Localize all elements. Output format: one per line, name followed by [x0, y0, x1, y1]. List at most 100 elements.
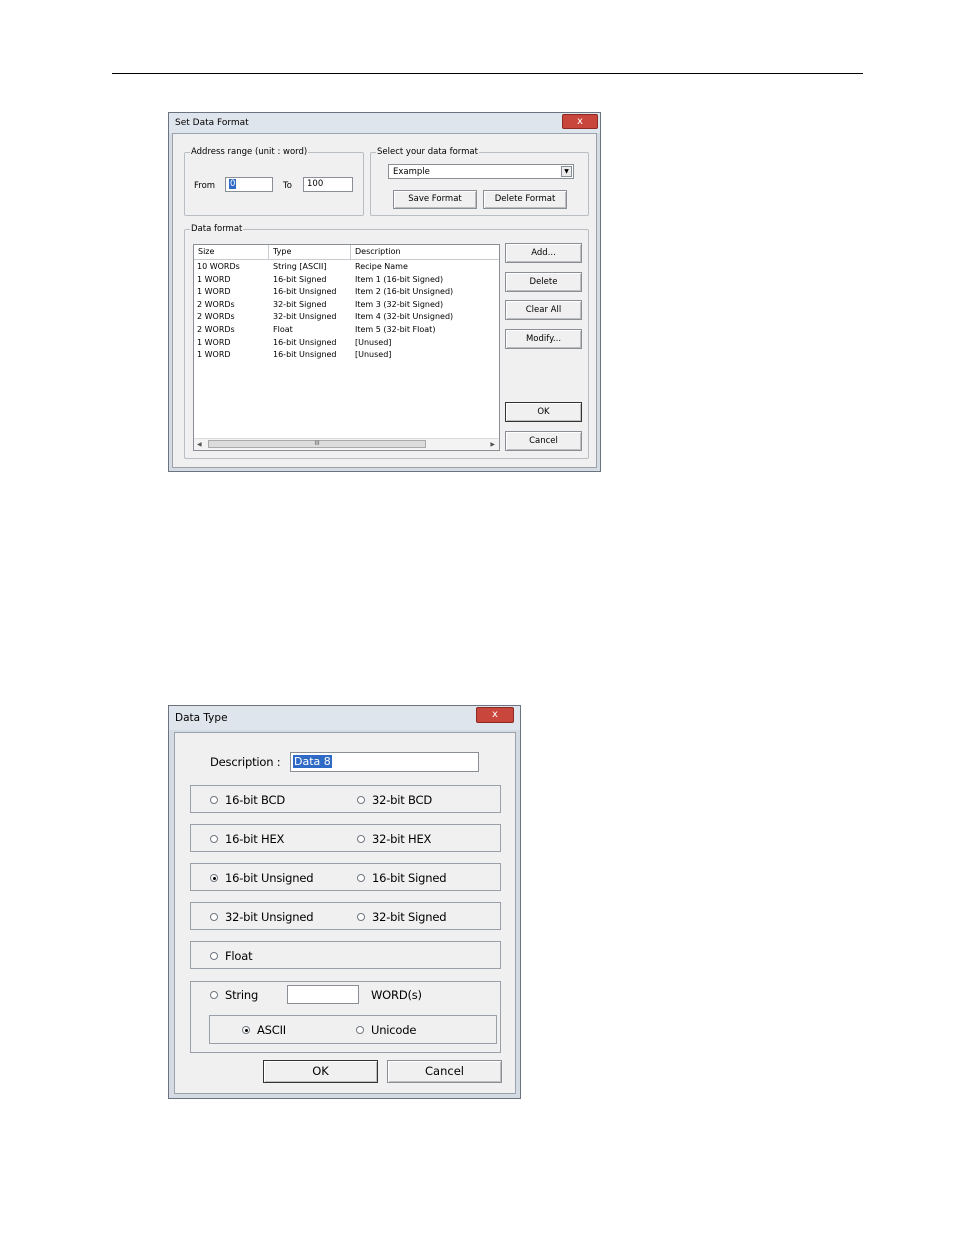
title-bar[interactable]: Set Data Format x [169, 113, 600, 133]
words-label: WORD(s) [371, 988, 422, 1002]
row-cell-size: 10 WORDs [197, 262, 240, 271]
float-group: Float [190, 941, 501, 969]
radio-16bit-bcd[interactable] [210, 796, 218, 804]
row-cell-type: 16-bit Unsigned [273, 350, 337, 360]
row-cell-description: Item 1 (16-bit Signed) [355, 274, 444, 284]
column-header-description[interactable]: Description [351, 245, 499, 259]
table-row[interactable]: 1 WORD 16-bit Signed Item 1 (16-bit Signed… [194, 274, 499, 287]
radio-unicode[interactable] [356, 1026, 364, 1034]
label-string[interactable]: String [225, 988, 258, 1002]
table-row[interactable]: 1 WORD 16-bit Unsigned [Unused] [194, 337, 499, 350]
select-format-group: Select your data format Example ▼ Save F… [370, 147, 589, 216]
select-format-legend: Select your data format [376, 147, 479, 157]
address-range-group: Address range (unit : word) From 0 To 10… [184, 147, 364, 216]
hex-group: 16-bit HEX 32-bit HEX [190, 824, 501, 852]
scroll-thumb[interactable]: III [208, 440, 426, 448]
row-cell-size: 1 WORD [197, 337, 231, 347]
encoding-group: ASCII Unicode [209, 1015, 497, 1044]
to-input[interactable]: 100 [303, 177, 353, 192]
row-cell-type: 16-bit Unsigned [273, 287, 337, 297]
scroll-left-icon[interactable]: ◀ [197, 439, 202, 450]
row-cell-size: 1 WORD [197, 287, 231, 297]
horizontal-scrollbar[interactable]: ◀ III ▶ [194, 438, 499, 450]
string-length-input[interactable] [287, 985, 359, 1004]
string-group: String WORD(s) ASCII Unicode [190, 981, 501, 1053]
data-format-legend: Data format [190, 224, 244, 234]
data-format-list[interactable]: Size Type Description 10 WORDs String [AS… [193, 244, 500, 451]
dialog-title: Set Data Format [175, 118, 249, 128]
row-cell-type: 16-bit Unsigned [273, 337, 337, 347]
row-cell-size: 1 WORD [197, 274, 231, 284]
table-row[interactable]: 10 WORDs String [ASCII] Recipe Name [194, 261, 499, 274]
table-row[interactable]: 1 WORD 16-bit Unsigned Item 2 (16-bit Unsi… [194, 286, 499, 299]
from-label: From [194, 181, 216, 191]
chevron-down-icon[interactable]: ▼ [561, 166, 572, 177]
set-data-format-dialog: Set Data Format x Address range (unit : … [168, 112, 601, 472]
label-ascii[interactable]: ASCII [257, 1023, 286, 1037]
table-row[interactable]: 1 WORD 16-bit Unsigned [Unused] [194, 349, 499, 362]
ok-button[interactable]: OK [263, 1060, 378, 1083]
delete-format-button[interactable]: Delete Format [483, 190, 567, 209]
label-16bit-unsigned[interactable]: 16-bit Unsigned [225, 871, 314, 885]
label-16bit-bcd[interactable]: 16-bit BCD [225, 793, 285, 807]
radio-32bit-bcd[interactable] [357, 796, 365, 804]
row-cell-type: 16-bit Signed [273, 274, 327, 284]
radio-16bit-signed[interactable] [357, 874, 365, 882]
label-unicode[interactable]: Unicode [371, 1023, 416, 1037]
dialog-client-area: Address range (unit : word) From 0 To 10… [172, 133, 597, 468]
title-bar[interactable]: Data Type x [169, 706, 520, 730]
row-cell-type: 32-bit Unsigned [273, 312, 337, 322]
column-header-type[interactable]: Type [269, 245, 351, 259]
label-32bit-hex[interactable]: 32-bit HEX [372, 832, 431, 846]
radio-float[interactable] [210, 952, 218, 960]
row-cell-description: [Unused] [355, 337, 392, 347]
radio-16bit-unsigned[interactable] [210, 874, 218, 882]
radio-32bit-unsigned[interactable] [210, 913, 218, 921]
row-cell-description: Item 3 (32-bit Signed) [355, 299, 444, 309]
radio-16bit-hex[interactable] [210, 835, 218, 843]
row-cell-description: [Unused] [355, 350, 392, 360]
label-32bit-signed[interactable]: 32-bit Signed [372, 910, 447, 924]
radio-string[interactable] [210, 991, 218, 999]
row-cell-type: Float [273, 325, 293, 334]
dialog-title: Data Type [175, 712, 228, 724]
row-cell-description: Item 5 (32-bit Float) [355, 325, 436, 334]
table-row[interactable]: 2 WORDs Float Item 5 (32-bit Float) [194, 324, 499, 337]
cancel-button[interactable]: Cancel [505, 431, 582, 451]
close-button[interactable]: x [476, 707, 514, 723]
from-input[interactable]: 0 [225, 177, 273, 192]
clear-all-button[interactable]: Clear All [505, 300, 582, 320]
delete-button[interactable]: Delete [505, 272, 582, 292]
row-cell-type: String [ASCII] [273, 262, 327, 271]
label-32bit-unsigned[interactable]: 32-bit Unsigned [225, 910, 314, 924]
table-row[interactable]: 2 WORDs 32-bit Signed Item 3 (32-bit Signe… [194, 299, 499, 312]
row-cell-size: 2 WORDs [197, 325, 235, 334]
add-button[interactable]: Add... [505, 243, 582, 263]
radio-32bit-signed[interactable] [357, 913, 365, 921]
modify-button[interactable]: Modify... [505, 329, 582, 349]
row-cell-size: 1 WORD [197, 350, 231, 360]
to-input-value: 100 [307, 179, 324, 189]
format-select[interactable]: Example ▼ [388, 164, 574, 179]
table-row[interactable]: 2 WORDs 32-bit Unsigned Item 4 (32-bit Uns… [194, 311, 499, 324]
dialog-client-area: Description : Data 8 16-bit BCD 32-bit B… [174, 732, 516, 1094]
row-cell-type: 32-bit Signed [273, 299, 327, 309]
save-format-button[interactable]: Save Format [393, 190, 477, 209]
column-header-size[interactable]: Size [194, 245, 269, 259]
label-32bit-bcd[interactable]: 32-bit BCD [372, 793, 432, 807]
row-cell-description: Recipe Name [355, 262, 408, 271]
radio-ascii[interactable] [242, 1026, 250, 1034]
description-input[interactable]: Data 8 [290, 752, 479, 772]
description-label: Description : [210, 755, 281, 769]
close-icon: x [577, 116, 583, 127]
ok-button[interactable]: OK [505, 402, 582, 422]
cancel-button[interactable]: Cancel [387, 1060, 502, 1083]
label-float[interactable]: Float [225, 949, 253, 963]
row-cell-description: Item 4 (32-bit Unsigned) [355, 312, 454, 322]
scroll-right-icon[interactable]: ▶ [490, 439, 495, 450]
label-16bit-signed[interactable]: 16-bit Signed [372, 871, 447, 885]
radio-32bit-hex[interactable] [357, 835, 365, 843]
row-cell-size: 2 WORDs [197, 312, 235, 322]
label-16bit-hex[interactable]: 16-bit HEX [225, 832, 284, 846]
close-button[interactable]: x [562, 114, 598, 129]
